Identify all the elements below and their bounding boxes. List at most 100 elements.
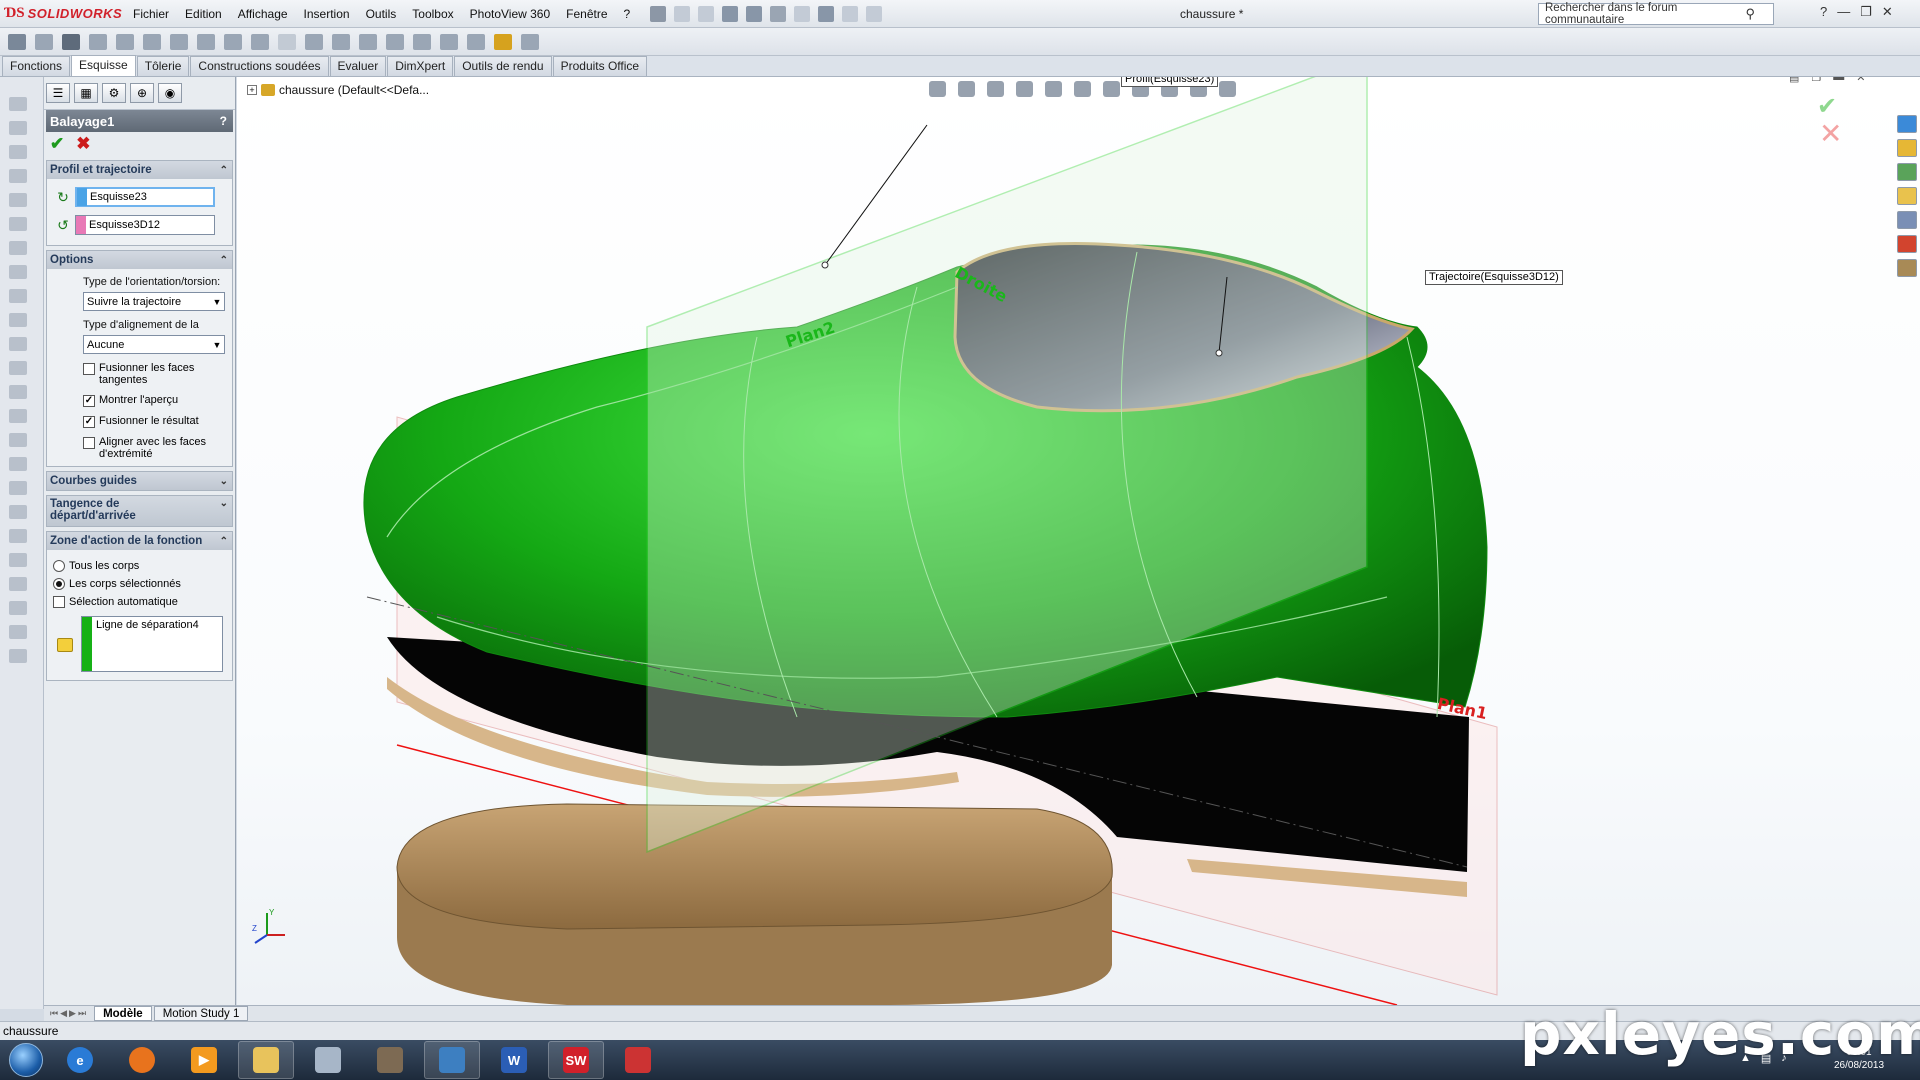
cancel-x-icon[interactable]: ✖ xyxy=(76,134,90,154)
sketch-picture-icon[interactable] xyxy=(521,33,539,50)
taskbar-solidworks[interactable]: SW xyxy=(548,1041,604,1079)
tool-icon[interactable] xyxy=(9,649,27,663)
tool-icon[interactable] xyxy=(9,193,27,207)
body-list-item[interactable]: Ligne de séparation4 xyxy=(92,617,203,671)
zoom-area-icon[interactable] xyxy=(958,81,975,97)
viewport-minimize-icon[interactable]: ▬ xyxy=(1833,77,1844,84)
tab-tolerie[interactable]: Tôlerie xyxy=(136,56,190,76)
taskbar-word[interactable]: W xyxy=(486,1041,542,1079)
line-icon[interactable] xyxy=(62,33,80,50)
first-tab-icon[interactable]: ⏮ xyxy=(50,1008,58,1019)
zoom-to-fit-icon[interactable] xyxy=(929,81,946,97)
slot-icon[interactable] xyxy=(116,33,134,50)
tab-nav-arrows[interactable]: ⏮ ◀ ▶ ⏭ xyxy=(50,1008,86,1019)
menu-fenetre[interactable]: Fenêtre xyxy=(558,0,615,28)
file-explorer-icon[interactable] xyxy=(1897,187,1917,205)
ellipse-icon[interactable] xyxy=(224,33,242,50)
tool-icon[interactable] xyxy=(9,385,27,399)
fillet-icon[interactable] xyxy=(251,33,269,50)
path-selection-box[interactable]: Esquisse3D12 xyxy=(75,215,215,235)
tab-outils-de-rendu[interactable]: Outils de rendu xyxy=(454,56,552,76)
tool-icon[interactable] xyxy=(9,625,27,639)
tab-motion-study[interactable]: Motion Study 1 xyxy=(153,1006,249,1021)
align-end-faces-checkbox[interactable]: Aligner avec les faces d'extrémité xyxy=(51,436,228,460)
bodies-list[interactable]: Ligne de séparation4 xyxy=(81,616,223,672)
hide-show-icon[interactable] xyxy=(1103,81,1120,97)
undo-icon[interactable] xyxy=(770,5,787,22)
show-preview-checkbox[interactable]: ✓ Montrer l'aperçu xyxy=(51,394,228,407)
tool-icon[interactable] xyxy=(9,97,27,111)
file-props-icon[interactable] xyxy=(842,5,859,22)
orientation-select[interactable]: Suivre la trajectoire ▼ xyxy=(83,292,225,311)
taskbar-firefox[interactable] xyxy=(114,1041,170,1079)
rectangle-icon[interactable] xyxy=(89,33,107,50)
checkbox-box[interactable]: ✓ xyxy=(83,395,95,407)
tool-icon[interactable] xyxy=(9,313,27,327)
tool-icon[interactable] xyxy=(9,361,27,375)
tool-icon[interactable] xyxy=(9,481,27,495)
save-icon[interactable] xyxy=(722,5,739,22)
group-header[interactable]: Profil et trajectoire ⌃ xyxy=(47,161,232,179)
menu-help[interactable]: ? xyxy=(616,0,639,28)
tab-esquisse[interactable]: Esquisse xyxy=(71,55,136,76)
tab-model[interactable]: Modèle xyxy=(94,1006,152,1021)
radio-button[interactable] xyxy=(53,560,65,572)
polygon-icon[interactable] xyxy=(278,33,296,50)
community-search-input[interactable]: Rechercher dans le forum communautaire ⚲ xyxy=(1538,2,1774,26)
feature-manager-icon[interactable]: ☰ xyxy=(46,83,70,103)
sole-plate-top[interactable] xyxy=(396,803,1113,930)
display-manager-icon[interactable]: ◉ xyxy=(158,83,182,103)
viewport-close-icon[interactable]: ✕ xyxy=(1856,77,1865,84)
options-icon[interactable] xyxy=(866,5,883,22)
tool-icon[interactable] xyxy=(9,553,27,567)
checkbox-box[interactable] xyxy=(83,437,95,449)
view-orientation-icon[interactable] xyxy=(1045,81,1062,97)
move-triad-icon[interactable] xyxy=(1219,81,1236,97)
tool-icon[interactable] xyxy=(9,145,27,159)
tool-icon[interactable] xyxy=(9,409,27,423)
tool-icon[interactable] xyxy=(9,169,27,183)
tool-icon[interactable] xyxy=(9,577,27,591)
menu-toolbox[interactable]: Toolbox xyxy=(404,0,461,28)
tool-icon[interactable] xyxy=(9,289,27,303)
move-entities-icon[interactable] xyxy=(413,33,431,50)
all-bodies-radio[interactable]: Tous les corps xyxy=(51,560,228,572)
profile-point[interactable] xyxy=(821,261,829,269)
auto-select-checkbox[interactable]: Sélection automatique xyxy=(51,596,228,608)
ok-check-icon[interactable]: ✔ xyxy=(50,134,64,154)
relations-icon[interactable] xyxy=(440,33,458,50)
tab-evaluer[interactable]: Evaluer xyxy=(329,56,387,76)
taskbar-calculator[interactable] xyxy=(300,1041,356,1079)
feature-tree-flyout[interactable]: + chaussure (Default<<Defa... xyxy=(247,83,429,97)
group-header[interactable]: Courbes guides ⌄ xyxy=(47,472,232,490)
selected-bodies-radio[interactable]: Les corps sélectionnés xyxy=(51,578,228,590)
merge-result-checkbox[interactable]: ✓ Fusionner le résultat xyxy=(51,415,228,428)
group-header[interactable]: Zone d'action de la fonction ⌃ xyxy=(47,532,232,550)
offset-icon[interactable] xyxy=(332,33,350,50)
start-button[interactable] xyxy=(0,1040,52,1080)
tool-icon[interactable] xyxy=(9,217,27,231)
arc-icon[interactable] xyxy=(170,33,188,50)
collapse-icon[interactable]: ⌃ xyxy=(220,536,228,547)
new-doc-icon[interactable] xyxy=(674,5,691,22)
tool-icon[interactable] xyxy=(9,601,27,615)
checkbox-box[interactable]: ✓ xyxy=(83,416,95,428)
prev-tab-icon[interactable]: ◀ xyxy=(60,1008,67,1019)
property-manager-icon[interactable]: ▦ xyxy=(74,83,98,103)
next-tab-icon[interactable]: ▶ xyxy=(69,1008,76,1019)
tab-produits-office[interactable]: Produits Office xyxy=(552,56,648,76)
collapse-icon[interactable]: ⌃ xyxy=(220,165,228,176)
tool-icon[interactable] xyxy=(9,265,27,279)
repair-icon[interactable] xyxy=(467,33,485,50)
checkbox-box[interactable] xyxy=(53,596,65,608)
view-palette-icon[interactable] xyxy=(1897,211,1917,229)
alignment-select[interactable]: Aucune ▼ xyxy=(83,335,225,354)
smart-dimension-icon[interactable] xyxy=(35,33,53,50)
search-icon[interactable]: ⚲ xyxy=(1745,6,1755,22)
tool-icon[interactable] xyxy=(9,337,27,351)
menu-photoview[interactable]: PhotoView 360 xyxy=(462,0,559,28)
tool-icon[interactable] xyxy=(9,505,27,519)
select-icon[interactable] xyxy=(794,5,811,22)
taskbar-media-player[interactable]: ▶ xyxy=(176,1041,232,1079)
taskbar-app[interactable] xyxy=(424,1041,480,1079)
